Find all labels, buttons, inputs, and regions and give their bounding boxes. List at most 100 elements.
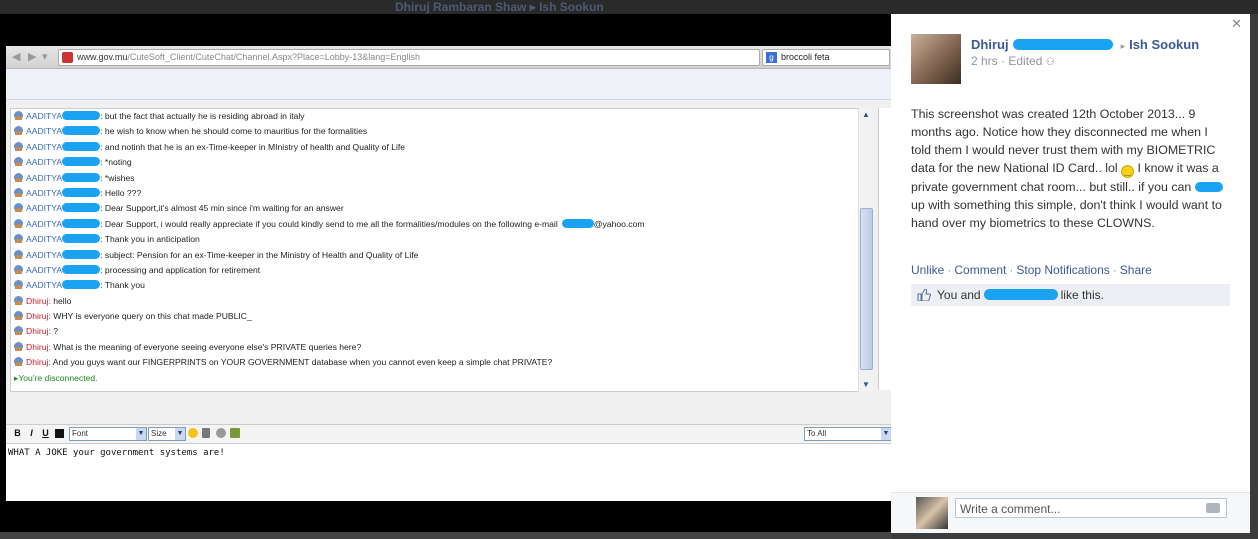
arrow-right-icon: ▸ bbox=[1120, 42, 1126, 52]
user-icon bbox=[14, 341, 23, 351]
message-user: Dhiruj: bbox=[26, 295, 51, 306]
chat-message: AADITYA: subject: Pension for an ex-Time… bbox=[11, 248, 865, 263]
message-text: Thank you in anticipation bbox=[104, 234, 200, 245]
thumbs-up-icon bbox=[917, 289, 931, 301]
message-user: AADITYA bbox=[26, 203, 63, 214]
message-text: And you guys want our FINGERPRINTS on YO… bbox=[52, 357, 553, 368]
redaction-mark bbox=[62, 264, 101, 274]
search-value: broccoli feta bbox=[781, 52, 830, 62]
italic-button: I bbox=[30, 428, 33, 438]
user-icon bbox=[14, 157, 23, 167]
message-text: What is the meaning of everyone seeing e… bbox=[53, 341, 362, 352]
message-text: but the fact that actually he is residin… bbox=[104, 111, 305, 121]
camera-icon[interactable] bbox=[1206, 503, 1220, 513]
likes-prefix[interactable]: You and bbox=[937, 288, 981, 302]
friends-icon: ⚇ bbox=[1045, 57, 1055, 68]
message-user: AADITYA bbox=[26, 111, 63, 121]
chat-message: Dhiruj: And you guys want our FINGERPRIN… bbox=[11, 355, 865, 370]
user-icon bbox=[14, 280, 23, 290]
edited-label[interactable]: Edited bbox=[1008, 54, 1042, 68]
color-picker-icon bbox=[55, 429, 64, 438]
scroll-thumb bbox=[860, 208, 873, 370]
user-icon bbox=[14, 311, 23, 321]
comment-link[interactable]: Comment bbox=[954, 263, 1006, 277]
post-time[interactable]: 2 hrs bbox=[971, 54, 998, 68]
message-text: subject: Pension for an ex-Time-keeper i… bbox=[104, 249, 419, 260]
sound-icon bbox=[202, 428, 210, 438]
chat-message: AADITYA: processing and application for … bbox=[11, 263, 865, 278]
message-text: *wishes bbox=[104, 172, 135, 183]
user-icon bbox=[14, 187, 23, 197]
target-name[interactable]: Ish Sookun bbox=[1129, 37, 1199, 52]
message-user: AADITYA bbox=[26, 187, 63, 198]
message-text: Dear Support, i would really appreciate … bbox=[104, 218, 558, 229]
redaction-mark bbox=[62, 280, 101, 290]
message-user: AADITYA bbox=[26, 126, 63, 137]
message-text: Hello ??? bbox=[104, 187, 142, 198]
message-text: processing and application for retiremen… bbox=[104, 264, 261, 275]
size-select: Size ▼ bbox=[148, 427, 186, 441]
chat-message: Dhiruj: WHY is everyone query on this ch… bbox=[11, 309, 865, 324]
emoticon-icon bbox=[188, 428, 198, 438]
message-user: AADITYA bbox=[26, 157, 63, 168]
user-icon bbox=[14, 172, 23, 182]
chat-message: Dhiruj: hello bbox=[11, 294, 865, 309]
redaction-mark bbox=[62, 157, 101, 167]
photo-stage: ◀ ▶ ▾ www.gov.mu/CuteSoft_Client/CuteCha… bbox=[0, 14, 892, 532]
message-user: AADITYA bbox=[26, 141, 63, 152]
font-select: Font ▼ bbox=[69, 427, 147, 441]
redaction-mark bbox=[561, 218, 594, 228]
message-user: Dhiruj: bbox=[26, 326, 51, 337]
background-header: Dhiruj Rambaran Shaw ▸ Ish Sookun bbox=[395, 0, 604, 14]
close-icon[interactable]: ✕ bbox=[1231, 17, 1242, 32]
dropdown-icon: ▾ bbox=[42, 50, 48, 63]
chat-message: AADITYA: Thank you bbox=[11, 278, 865, 293]
redaction-mark bbox=[62, 249, 101, 259]
user-list-edge bbox=[878, 108, 892, 390]
message-text: he wish to know when he should come to m… bbox=[104, 126, 368, 137]
message-user: AADITYA bbox=[26, 218, 63, 229]
post-meta: 2 hrs · Edited ⚇ bbox=[971, 54, 1055, 68]
chat-message: AADITYA: he wish to know when he should … bbox=[11, 124, 865, 139]
redaction-mark bbox=[62, 203, 101, 213]
message-user: Dhiruj: bbox=[26, 357, 51, 368]
message-text: *noting bbox=[104, 157, 132, 168]
unlike-link[interactable]: Unlike bbox=[911, 263, 944, 277]
address-bar: www.gov.mu/CuteSoft_Client/CuteChat/Chan… bbox=[58, 49, 760, 66]
message-user: Dhiruj: bbox=[26, 341, 51, 352]
user-icon bbox=[14, 357, 23, 367]
chat-message: Dhiruj: What is the meaning of everyone … bbox=[11, 340, 865, 355]
redaction-mark bbox=[62, 218, 101, 228]
message-text: hello bbox=[53, 295, 72, 306]
system-text: You're disconnected. bbox=[18, 372, 98, 383]
redaction-mark bbox=[62, 187, 101, 197]
message-text: and notinh that he is an ex-Time-keeper … bbox=[104, 141, 406, 152]
background-right-edge bbox=[1250, 14, 1258, 539]
stop-notifications-link[interactable]: Stop Notifications bbox=[1016, 263, 1109, 277]
share-link[interactable]: Share bbox=[1120, 263, 1152, 277]
redaction-mark bbox=[62, 126, 101, 136]
message-text: Thank you bbox=[104, 280, 145, 291]
message-user: AADITYA bbox=[26, 264, 63, 275]
viewer-avatar bbox=[916, 497, 948, 529]
chat-scrollbar: ▲ ▼ bbox=[858, 108, 873, 392]
format-toolbar: B I U Font ▼ Size ▼ To All ▼ bbox=[6, 424, 892, 443]
redaction-mark bbox=[1194, 182, 1223, 192]
smile-emoji-icon: ‿ bbox=[1121, 165, 1135, 178]
scroll-down-icon: ▼ bbox=[862, 380, 870, 389]
author-avatar[interactable] bbox=[911, 34, 961, 84]
chat-message: AADITYA: Thank you in anticipation bbox=[11, 232, 865, 247]
user-icon bbox=[14, 203, 23, 213]
recipient-select: To All ▼ bbox=[804, 427, 892, 441]
chat-message: AADITYA: and notinh that he is an ex-Tim… bbox=[11, 140, 865, 155]
site-favicon-icon bbox=[62, 52, 73, 63]
chat-message: Dhiruj: ? bbox=[11, 324, 865, 339]
message-user: AADITYA bbox=[26, 234, 63, 245]
google-icon: g bbox=[766, 52, 777, 63]
image-icon bbox=[230, 428, 240, 438]
redaction-mark bbox=[983, 289, 1058, 300]
comment-input[interactable]: Write a comment... bbox=[955, 498, 1227, 518]
author-name[interactable]: Dhiruj bbox=[971, 37, 1009, 52]
message-user: AADITYA bbox=[26, 172, 63, 183]
message-text: ? bbox=[53, 326, 59, 337]
